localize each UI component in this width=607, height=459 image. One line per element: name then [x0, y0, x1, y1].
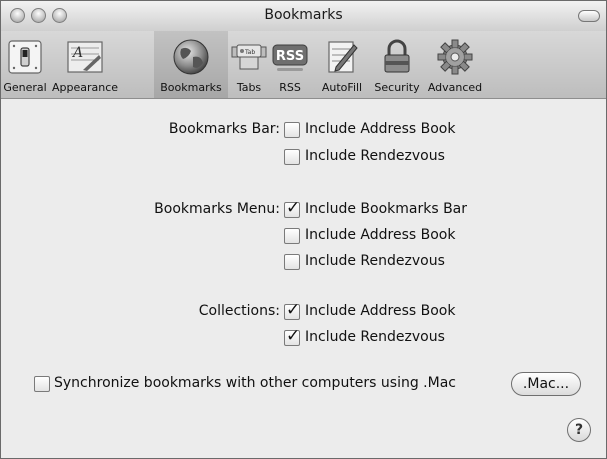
tab-security-label: Security	[374, 81, 420, 94]
bookmarks-menu-rendezvous-checkbox[interactable]	[284, 254, 300, 270]
bookmarks-bar-rendezvous-label[interactable]: Include Rendezvous	[305, 148, 445, 164]
tab-tabs[interactable]: Tab Tabs	[229, 31, 269, 98]
preferences-toolbar: General A Appearance Bookmarks Tab Tabs …	[1, 31, 606, 99]
bookmarks-menu-rendezvous-label[interactable]: Include Rendezvous	[305, 253, 445, 269]
collections-address-book-checkbox[interactable]	[284, 300, 300, 320]
mac-button[interactable]: .Mac...	[511, 372, 581, 396]
tab-appearance[interactable]: A Appearance	[49, 31, 121, 98]
sync-mac-label[interactable]: Synchronize bookmarks with other compute…	[54, 375, 456, 391]
switch-icon	[8, 40, 42, 74]
sync-mac-checkbox[interactable]	[34, 376, 50, 392]
svg-text:Tab: Tab	[244, 49, 255, 56]
bookmarks-menu-bookmarks-bar-label[interactable]: Include Bookmarks Bar	[305, 201, 467, 217]
lock-icon	[384, 39, 410, 73]
title-bar[interactable]: Bookmarks	[1, 1, 606, 31]
tab-security[interactable]: Security	[372, 31, 422, 98]
collections-address-book-label[interactable]: Include Address Book	[305, 303, 455, 319]
tab-icon: Tab	[231, 44, 267, 70]
bookmarks-bar-address-book-label[interactable]: Include Address Book	[305, 121, 455, 137]
tab-general-label: General	[3, 81, 47, 94]
tab-rss-label: RSS	[279, 81, 301, 94]
tab-bookmarks[interactable]: Bookmarks	[154, 31, 228, 98]
collections-rendezvous-checkbox[interactable]	[284, 326, 300, 346]
tab-autofill[interactable]: AutoFill	[313, 31, 371, 98]
bookmarks-bar-rendezvous-checkbox[interactable]	[284, 149, 300, 165]
tab-autofill-label: AutoFill	[321, 81, 363, 94]
help-button[interactable]: ?	[567, 418, 591, 442]
collections-rendezvous-label[interactable]: Include Rendezvous	[305, 329, 445, 345]
tab-rss[interactable]: RSS RSS	[269, 31, 311, 98]
bookmarks-menu-label: Bookmarks Menu:	[154, 201, 280, 217]
svg-text:A: A	[71, 45, 83, 61]
tab-appearance-label: Appearance	[51, 81, 119, 94]
tab-general[interactable]: General	[1, 31, 49, 98]
globe-icon	[173, 39, 209, 75]
collections-label: Collections:	[198, 303, 280, 319]
tab-advanced[interactable]: Advanced	[423, 31, 487, 98]
window-title: Bookmarks	[264, 7, 343, 23]
toolbar-toggle-button[interactable]	[578, 10, 600, 22]
bookmarks-menu-address-book-checkbox[interactable]	[284, 228, 300, 244]
bookmarks-menu-address-book-label[interactable]: Include Address Book	[305, 227, 455, 243]
tab-tabs-label: Tabs	[236, 81, 262, 94]
preferences-window: Bookmarks General A Appearance Bookmarks…	[0, 0, 607, 459]
rss-icon: RSS	[272, 44, 308, 71]
bookmarks-pane: Bookmarks Bar: Include Address Book Incl…	[1, 100, 606, 458]
bookmarks-menu-bookmarks-bar-checkbox[interactable]	[284, 198, 300, 218]
tab-bookmarks-label: Bookmarks	[160, 81, 222, 94]
bookmarks-bar-label: Bookmarks Bar:	[168, 121, 280, 137]
pen-form-icon	[328, 41, 358, 73]
tab-advanced-label: Advanced	[427, 81, 483, 94]
gear-icon	[437, 39, 473, 75]
bookmarks-bar-address-book-checkbox[interactable]	[284, 122, 300, 138]
svg-text:RSS: RSS	[276, 49, 304, 64]
font-sample-icon: A	[67, 41, 103, 73]
